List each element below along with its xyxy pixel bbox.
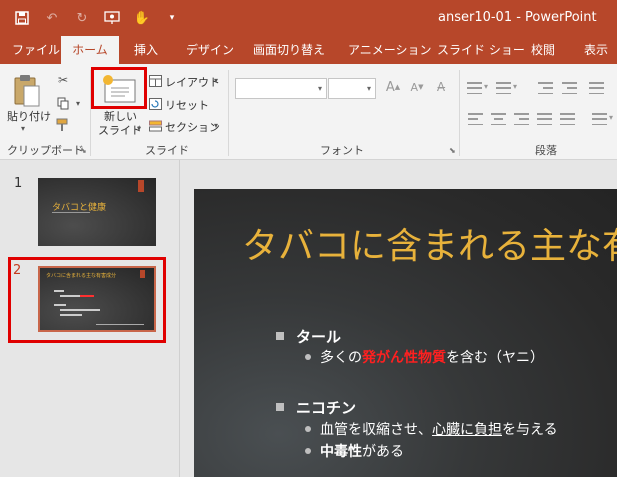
customize-qat-icon[interactable]: ▾ <box>162 8 182 28</box>
font-size-combo[interactable]: ▾ <box>328 78 376 99</box>
group-separator <box>228 70 229 156</box>
tab-file[interactable]: ファイル <box>12 36 60 64</box>
thumbnail-subtitle-line <box>52 212 90 213</box>
ribbon-tabs: ファイル ホーム 挿入 デザイン 画面切り替え アニメーション スライド ショー… <box>0 36 617 64</box>
new-slide-dropdown-icon[interactable]: ▾ <box>137 124 141 133</box>
thumbnail-accent-bar <box>138 180 144 192</box>
slide-thumbnail-1[interactable]: タバコと健康 <box>38 178 156 246</box>
paragraph-group-label: 段落 <box>535 144 557 157</box>
new-slide-label-line2[interactable]: スライド <box>98 122 142 138</box>
touch-mode-icon[interactable]: ✋ <box>132 8 152 28</box>
tab-animations[interactable]: アニメーション <box>348 36 432 64</box>
thumbnail-bullet-line <box>80 295 94 297</box>
tab-insert[interactable]: 挿入 <box>134 36 158 64</box>
ribbon-home: 貼り付け ▾ ✂ ▾ クリップボード ⬊ 新しい スライド ▾ レイアウト ▾ … <box>0 64 617 193</box>
format-painter-icon[interactable] <box>55 117 71 133</box>
save-icon[interactable] <box>12 8 32 28</box>
numbering-dropdown-icon[interactable]: ▾ <box>513 82 517 91</box>
copy-dropdown-icon[interactable]: ▾ <box>76 99 80 108</box>
grow-font-icon[interactable]: A ▲ <box>384 78 402 96</box>
section-button[interactable]: セクション <box>165 119 220 135</box>
tab-design[interactable]: デザイン <box>186 36 234 64</box>
layout-button[interactable]: レイアウト <box>165 74 220 90</box>
bullets-dropdown-icon[interactable]: ▾ <box>484 82 488 91</box>
undo-icon[interactable]: ↶ <box>42 8 62 28</box>
thumbnail-2-title: タバコに含まれる主な有害成分 <box>46 273 117 279</box>
cut-icon[interactable]: ✂ <box>55 72 71 88</box>
clipboard-launcher-icon[interactable]: ⬊ <box>80 146 87 155</box>
thumbnail-bullet-line <box>60 309 100 311</box>
title-bar: ↶ ↻ ✋ ▾ anser10-01 - PowerPoint <box>0 0 617 36</box>
section-dropdown-icon[interactable]: ▾ <box>214 121 218 130</box>
layout-dropdown-icon[interactable]: ▾ <box>214 76 218 85</box>
slide-thumbnail-2[interactable]: タバコに含まれる主な有害成分 <box>38 266 156 332</box>
line-spacing-icon[interactable] <box>589 82 604 94</box>
new-slide-highlight <box>91 67 147 109</box>
present-icon[interactable] <box>102 8 122 28</box>
bullet-level1-tar[interactable]: タール <box>276 326 341 347</box>
align-center-icon[interactable] <box>491 113 506 125</box>
bold-text: 中毒性 <box>320 444 362 460</box>
tab-transitions[interactable]: 画面切り替え <box>253 36 325 64</box>
thumbnail-accent-bar <box>140 270 145 278</box>
thumbnail-bullet-line <box>60 295 80 297</box>
square-bullet-icon <box>276 332 284 340</box>
bullet-level2-nicotine-heart[interactable]: 血管を収縮させ、心臓に負担を与える <box>305 419 558 439</box>
paste-dropdown-icon[interactable]: ▾ <box>21 124 25 133</box>
dot-bullet-icon <box>305 354 311 360</box>
shrink-font-icon[interactable]: A ▼ <box>408 78 426 96</box>
quick-access-toolbar: ↶ ↻ ✋ ▾ <box>12 8 182 28</box>
copy-icon[interactable] <box>55 95 71 111</box>
thumbnail-bullet-line <box>54 304 66 306</box>
font-group-label: フォント <box>320 144 364 157</box>
reset-button[interactable]: リセット <box>165 97 209 113</box>
increase-indent-icon[interactable] <box>562 82 577 94</box>
tab-slideshow[interactable]: スライド ショー <box>437 36 525 64</box>
document-title: anser10-01 - PowerPoint <box>438 10 597 25</box>
bullets-icon[interactable] <box>467 82 482 94</box>
columns-icon[interactable] <box>592 113 607 125</box>
justify-icon[interactable] <box>537 113 552 125</box>
thumbnail-bullet-line <box>60 314 82 316</box>
clear-formatting-icon[interactable]: A̶ <box>432 78 450 96</box>
thumbnail-bullet-line <box>54 290 64 292</box>
square-bullet-icon <box>276 403 284 411</box>
redo-icon[interactable]: ↻ <box>72 8 92 28</box>
slides-group-label: スライド <box>145 144 189 157</box>
decrease-indent-icon[interactable] <box>538 82 553 94</box>
section-icon[interactable] <box>148 119 162 133</box>
font-launcher-icon[interactable]: ⬊ <box>449 146 456 155</box>
tab-view[interactable]: 表示 <box>584 36 608 64</box>
red-emphasis-text: 発がん性物質 <box>362 350 446 366</box>
bullet-level2-tar-carcinogens[interactable]: 多くの発がん性物質を含む（ヤニ） <box>305 347 544 367</box>
columns-dropdown-icon[interactable]: ▾ <box>609 113 613 122</box>
tab-home[interactable]: ホーム <box>61 36 119 64</box>
font-name-dropdown-icon[interactable]: ▾ <box>318 84 322 93</box>
slide-thumbnail-pane: 1 タバコと健康 2 タバコに含まれる主な有害成分 <box>0 160 180 477</box>
numbering-icon[interactable] <box>496 82 511 94</box>
reset-icon[interactable] <box>148 97 162 111</box>
group-separator <box>459 70 460 156</box>
paste-label[interactable]: 貼り付け <box>7 108 51 124</box>
align-right-icon[interactable] <box>514 113 529 125</box>
align-left-icon[interactable] <box>468 113 483 125</box>
clipboard-group-label: クリップボード <box>7 144 84 157</box>
font-size-dropdown-icon[interactable]: ▾ <box>367 84 371 93</box>
slide-editing-area: タバコに含まれる主な有害成分 タール 多くの発がん性物質を含む（ヤニ） ニコチン… <box>181 160 617 477</box>
slide-title[interactable]: タバコに含まれる主な有害成分 <box>242 217 617 269</box>
font-name-combo[interactable]: ▾ <box>235 78 327 99</box>
dot-bullet-icon <box>305 426 311 432</box>
tab-review[interactable]: 校閲 <box>531 36 555 64</box>
bullet-level1-nicotine[interactable]: ニコチン <box>276 397 356 418</box>
layout-icon[interactable] <box>148 74 162 88</box>
bullet-level2-nicotine-addiction[interactable]: 中毒性がある <box>305 441 404 461</box>
underlined-text: 心臓に負担 <box>432 422 502 438</box>
paste-icon[interactable] <box>10 72 44 110</box>
current-slide[interactable]: タバコに含まれる主な有害成分 タール 多くの発がん性物質を含む（ヤニ） ニコチン… <box>194 189 617 477</box>
thumbnail-footer-line <box>96 324 144 325</box>
dot-bullet-icon <box>305 448 311 454</box>
thumbnail-number-1: 1 <box>14 176 23 191</box>
distributed-icon[interactable] <box>560 113 575 125</box>
